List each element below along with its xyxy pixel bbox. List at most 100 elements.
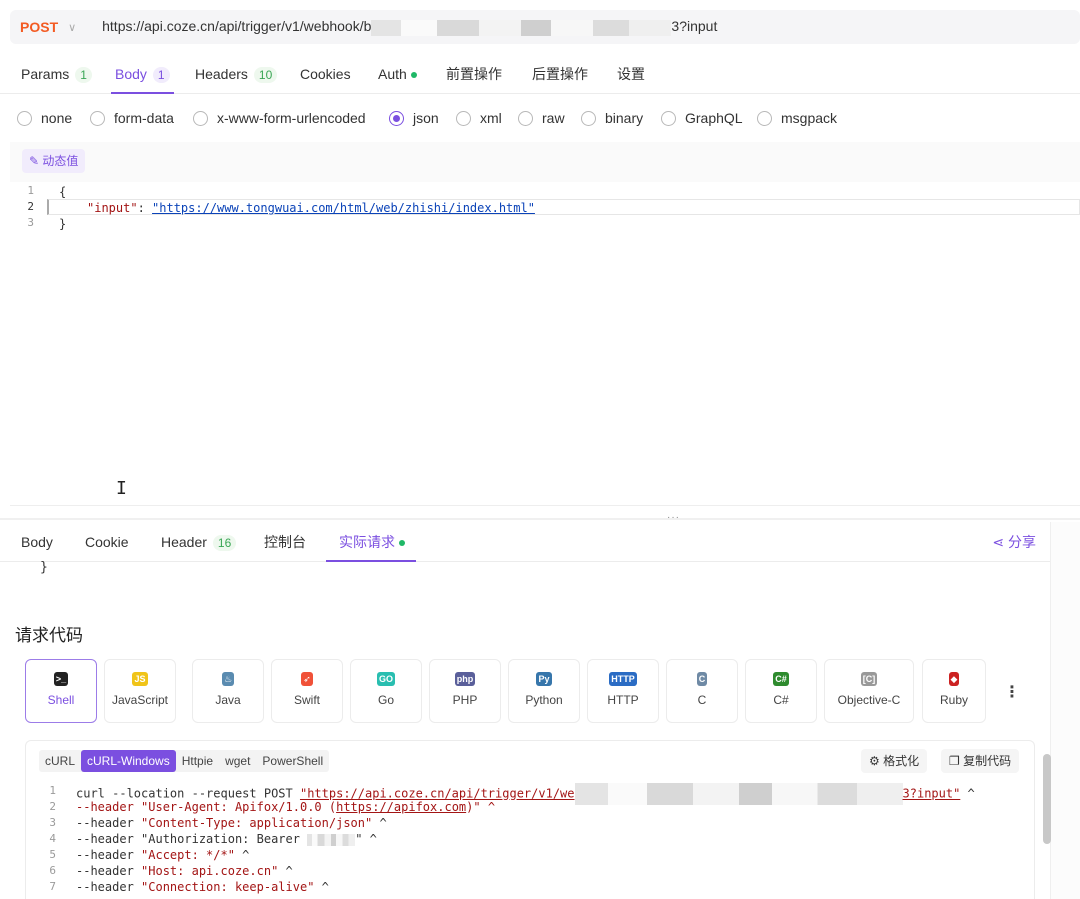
lang-javascript[interactable]: JS JavaScript bbox=[104, 659, 176, 723]
count-badge: 16 bbox=[212, 535, 237, 551]
json-body-editor[interactable]: 1 2 3 { "input": "https://www.tongwuai.c… bbox=[10, 182, 1080, 506]
code-line: --header "Authorization: Bearer " ^ bbox=[76, 831, 377, 847]
lang-label: Go bbox=[377, 693, 394, 707]
request-tabs: Params 1 Body 1 Headers 10 Cookies Auth 前置操… bbox=[0, 54, 1080, 94]
tab-headers[interactable]: Headers 10 bbox=[195, 54, 278, 94]
tab-label: Header bbox=[161, 534, 207, 550]
java-icon: ♨ bbox=[221, 672, 235, 686]
objective-c-icon: [C] bbox=[860, 672, 878, 686]
radio-binary[interactable]: binary bbox=[581, 110, 643, 126]
radio-label: msgpack bbox=[781, 110, 838, 126]
redacted-blur bbox=[574, 783, 903, 805]
url-bar[interactable]: POST ∨ https://api.coze.cn/api/trigger/v… bbox=[10, 10, 1080, 44]
lang-label: Java bbox=[215, 693, 241, 707]
lang-ruby[interactable]: ◆ Ruby bbox=[922, 659, 986, 723]
method-select[interactable]: POST bbox=[20, 19, 58, 35]
lang-label: JavaScript bbox=[111, 693, 169, 707]
lang-label: C bbox=[697, 693, 707, 707]
json-key: "input" bbox=[87, 201, 138, 215]
url-input[interactable]: https://api.coze.cn/api/trigger/v1/webho… bbox=[102, 18, 717, 36]
tab-post-processors[interactable]: 后置操作 bbox=[532, 54, 588, 94]
code-text: --header "Authorization: Bearer bbox=[76, 832, 308, 846]
line-number: 3 bbox=[49, 816, 56, 829]
radio-label: x-www-form-urlencoded bbox=[217, 110, 366, 126]
more-options-icon[interactable]: ⋮ bbox=[1004, 682, 1020, 702]
tab-pre-processors[interactable]: 前置操作 bbox=[446, 54, 502, 94]
lang-shell[interactable]: >_ Shell bbox=[25, 659, 97, 723]
radio-label: xml bbox=[480, 110, 502, 126]
copy-icon: ❐ bbox=[949, 754, 964, 768]
format-icon: ⚙ bbox=[869, 754, 884, 768]
subtab-curl[interactable]: cURL bbox=[39, 750, 81, 772]
tab-console[interactable]: 控制台 bbox=[264, 522, 306, 562]
lang-go[interactable]: GO Go bbox=[350, 659, 422, 723]
ruby-icon: ◆ bbox=[948, 672, 960, 686]
line-number: 6 bbox=[49, 864, 56, 877]
redacted-blur bbox=[371, 19, 672, 36]
dynamic-value-button[interactable]: ✎ 动态值 bbox=[22, 149, 86, 173]
radio-raw[interactable]: raw bbox=[518, 110, 565, 126]
tab-auth[interactable]: Auth bbox=[378, 54, 417, 94]
tab-label: 实际请求 bbox=[339, 534, 395, 550]
url-prefix: https://api.coze.cn/api/trigger/v1/webho… bbox=[102, 18, 372, 35]
button-label: 动态值 bbox=[42, 154, 79, 168]
radio-circle-icon bbox=[581, 110, 596, 126]
tab-response-header[interactable]: Header 16 bbox=[161, 522, 237, 562]
lang-java[interactable]: ♨ Java bbox=[192, 659, 264, 723]
tab-response-body[interactable]: Body bbox=[21, 522, 53, 562]
radio-urlencoded[interactable]: x-www-form-urlencoded bbox=[193, 110, 366, 126]
tab-actual-request[interactable]: 实际请求 bbox=[326, 522, 416, 562]
format-button[interactable]: ⚙ 格式化 bbox=[861, 749, 928, 773]
radio-json[interactable]: json bbox=[389, 110, 439, 126]
editor-toolbar: ✎ 动态值 bbox=[10, 142, 1080, 182]
radio-msgpack[interactable]: msgpack bbox=[757, 110, 837, 126]
javascript-icon: JS bbox=[132, 672, 148, 686]
subtab-curl-windows[interactable]: cURL-Windows bbox=[81, 750, 176, 772]
tab-settings[interactable]: 设置 bbox=[617, 54, 645, 94]
tab-body[interactable]: Body 1 bbox=[111, 54, 174, 94]
radio-xml[interactable]: xml bbox=[456, 110, 502, 126]
radio-label: GraphQL bbox=[685, 110, 743, 126]
radio-circle-icon bbox=[90, 110, 105, 126]
radio-none[interactable]: none bbox=[17, 110, 72, 126]
lang-label: Shell bbox=[47, 693, 75, 707]
code-line: --header "Host: api.coze.cn" ^ bbox=[76, 864, 293, 878]
vertical-scrollbar[interactable] bbox=[1043, 754, 1051, 844]
radio-label: none bbox=[41, 110, 73, 126]
subtab-httpie[interactable]: Httpie bbox=[176, 750, 219, 772]
lang-swift[interactable]: ➶ Swift bbox=[271, 659, 343, 723]
tab-params[interactable]: Params 1 bbox=[21, 54, 92, 94]
share-button[interactable]: ⋖ 分享 bbox=[992, 522, 1036, 562]
radio-circle-icon bbox=[17, 110, 32, 126]
count-badge: 10 bbox=[253, 67, 278, 83]
radio-label: raw bbox=[542, 110, 565, 126]
status-dot-icon bbox=[410, 72, 417, 79]
tab-cookies[interactable]: Cookies bbox=[300, 54, 351, 94]
radio-graphql[interactable]: GraphQL bbox=[661, 110, 743, 126]
code-line: --header "User-Agent: Apifox/1.0.0 (http… bbox=[76, 799, 495, 815]
response-tabs: Body Cookie Header 16 控制台 实际请求 ⋖ 分享 bbox=[0, 522, 1050, 562]
copy-code-button[interactable]: ❐ 复制代码 bbox=[941, 749, 1020, 773]
lang-python[interactable]: Py Python bbox=[508, 659, 580, 723]
closing-brace: } bbox=[40, 560, 48, 575]
text-cursor-icon: I bbox=[116, 478, 127, 499]
chevron-down-icon[interactable]: ∨ bbox=[68, 21, 80, 34]
line-number: 5 bbox=[49, 848, 56, 861]
tab-response-cookie[interactable]: Cookie bbox=[85, 522, 129, 562]
lang-objective-c[interactable]: [C] Objective-C bbox=[824, 659, 914, 723]
lang-c[interactable]: CC bbox=[666, 659, 738, 723]
code-string: --header "User-Agent: Apifox/1.0.0 ( bbox=[76, 800, 337, 814]
lang-csharp[interactable]: C# C# bbox=[745, 659, 817, 723]
request-code-panel: cURL cURL-Windows Httpie wget PowerShell… bbox=[25, 740, 1035, 899]
subtab-powershell[interactable]: PowerShell bbox=[256, 750, 329, 772]
line-number: 3 bbox=[27, 216, 34, 229]
radio-label: binary bbox=[605, 110, 644, 126]
php-icon: php bbox=[454, 672, 476, 686]
subtab-wget[interactable]: wget bbox=[219, 750, 256, 772]
lang-http[interactable]: HTTP HTTP bbox=[587, 659, 659, 723]
code-string: )" ^ bbox=[466, 800, 496, 814]
lang-php[interactable]: php PHP bbox=[429, 659, 501, 723]
tab-label: Body bbox=[115, 66, 147, 82]
radio-form-data[interactable]: form-data bbox=[90, 110, 174, 126]
right-side-rail bbox=[1050, 522, 1080, 899]
